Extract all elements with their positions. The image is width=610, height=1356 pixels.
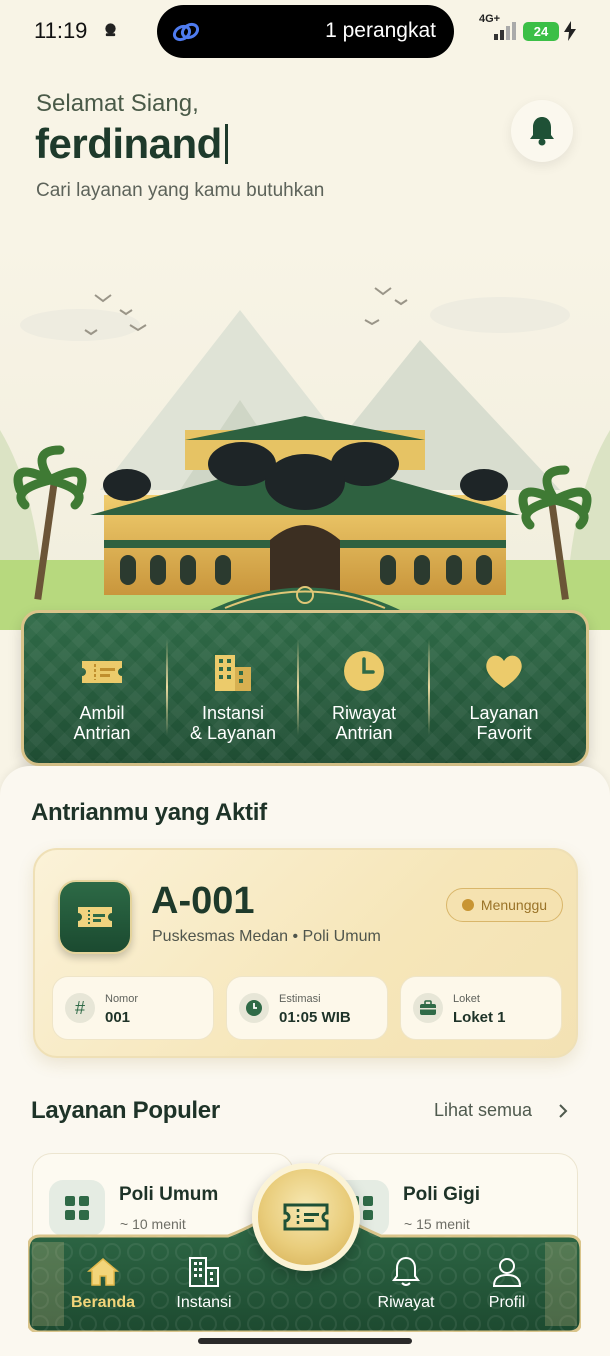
user-name: ferdinand: [35, 120, 228, 168]
info-label: Nomor: [105, 993, 139, 1005]
charging-icon: [564, 21, 576, 41]
bell-icon: [530, 117, 554, 146]
ticket-tile: [58, 880, 132, 954]
nav-item-riwayat[interactable]: Riwayat: [361, 1254, 451, 1324]
nav-item-beranda[interactable]: Beranda: [58, 1254, 148, 1324]
quick-menu: Ambil Antrian Instansi & Layanan Riwayat…: [21, 610, 589, 766]
status-label: Menunggu: [480, 897, 548, 913]
quick-menu-label: Layanan Favorit: [469, 703, 539, 743]
bell-icon: [392, 1256, 420, 1286]
island-text: 1 perangkat: [325, 19, 436, 42]
ticket-icon: [82, 661, 122, 683]
service-name: Poli Gigi: [403, 1184, 481, 1205]
notification-icon: [105, 23, 116, 37]
service-name: Poli Umum: [119, 1184, 219, 1205]
ticket-icon: [283, 1203, 329, 1231]
divider: [428, 639, 430, 735]
nav-item-profil[interactable]: Profil: [462, 1254, 552, 1324]
home-icon: [86, 1258, 120, 1286]
active-queue-title: Antrianmu yang Aktif: [31, 799, 267, 826]
hash-icon: #: [65, 993, 95, 1023]
info-value: 01:05 WIB: [279, 1009, 351, 1026]
dynamic-island[interactable]: 1 perangkat: [157, 5, 454, 58]
queue-location: Puskesmas Medan • Poli Umum: [152, 928, 381, 945]
palace-illustration: [0, 230, 610, 630]
quick-menu-riwayat-antrian[interactable]: Riwayat Antrian: [298, 613, 430, 763]
queue-number: A-001: [151, 880, 255, 922]
ticket-icon: [78, 907, 112, 927]
quick-menu-label: Riwayat Antrian: [331, 703, 397, 743]
nav-label: Beranda: [70, 1294, 136, 1311]
building-icon: [189, 1257, 219, 1287]
user-icon: [492, 1258, 522, 1287]
see-all-link[interactable]: Lihat semua: [434, 1100, 532, 1121]
link-icon: [172, 22, 200, 42]
signal-icon: [494, 22, 516, 40]
home-indicator: [198, 1338, 412, 1344]
battery-indicator: 24: [523, 22, 559, 41]
chevron-right-icon[interactable]: [556, 1102, 570, 1120]
quick-menu-instansi[interactable]: Instansi & Layanan: [167, 613, 299, 763]
quick-menu-label: Ambil Antrian: [73, 703, 131, 743]
nav-label: Profil: [488, 1294, 526, 1311]
heart-icon: [486, 655, 522, 688]
clock-icon: [239, 993, 269, 1023]
info-value: Loket 1: [453, 1009, 506, 1026]
building-icon: [215, 655, 251, 691]
active-queue-card[interactable]: A-001 Puskesmas Medan • Poli Umum Menung…: [33, 848, 578, 1058]
info-box-estimasi: Estimasi 01:05 WIB: [226, 976, 388, 1040]
info-box-nomor: # Nomor 001: [52, 976, 214, 1040]
notification-button[interactable]: [511, 100, 573, 162]
info-label: Loket: [453, 993, 480, 1005]
greeting-salutation: Selamat Siang,: [36, 90, 199, 117]
info-value: 001: [105, 1009, 131, 1026]
status-badge: Menunggu: [446, 888, 563, 922]
nav-label: Riwayat: [377, 1294, 435, 1311]
clock-icon: [461, 899, 474, 911]
status-bar: 11:19 1 perangkat 4G+ 24: [0, 0, 610, 64]
status-time: 11:19: [34, 18, 88, 43]
quick-menu-label: Instansi & Layanan: [189, 703, 277, 743]
quick-menu-ambil-antrian[interactable]: Ambil Antrian: [36, 613, 168, 763]
popular-services-title: Layanan Populer: [31, 1097, 220, 1124]
nav-label: Instansi: [176, 1294, 232, 1311]
clock-icon: [344, 651, 384, 691]
take-ticket-fab[interactable]: [252, 1163, 360, 1271]
quick-menu-layanan-favorit[interactable]: Layanan Favorit: [438, 613, 570, 763]
briefcase-icon: [413, 993, 443, 1023]
greeting-subtitle: Cari layanan yang kamu butuhkan: [36, 180, 325, 201]
info-label: Estimasi: [279, 993, 321, 1005]
info-box-loket: Loket Loket 1: [400, 976, 562, 1040]
nav-item-instansi[interactable]: Instansi: [159, 1254, 249, 1324]
